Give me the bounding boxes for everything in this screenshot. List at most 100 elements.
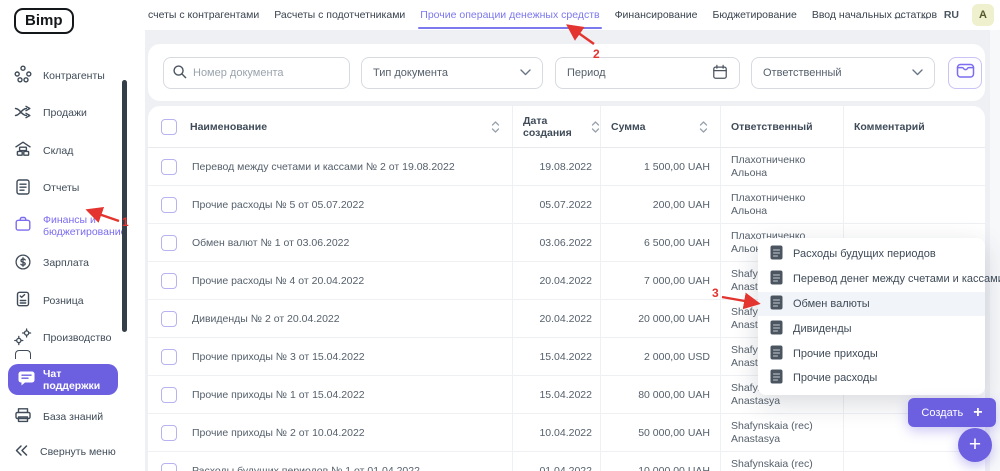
period-label: Период [567,67,606,79]
doc-responsible-line2: Anastasya [731,433,813,446]
doc-name: Прочие расходы № 4 от 20.04.2022 [190,262,512,299]
doc-responsible: Плахотниченко Альона [731,192,843,218]
chevron-down-icon [520,67,531,79]
context-menu-item[interactable]: Обмен валюты [758,292,985,317]
nav-forward-arrow-icon[interactable]: → [918,9,931,22]
app-logo[interactable]: Bimp [14,8,74,34]
top-tabs: счеты с контрагентами Расчеты с подотчет… [148,0,937,30]
doc-date: 20.04.2022 [512,262,600,299]
row-checkbox[interactable] [161,463,177,471]
table-row[interactable]: Расходы будущих периодов № 1 от 01.04.20… [148,452,985,471]
finance-icon [14,215,32,236]
sort-icon[interactable] [591,121,600,133]
top-tab[interactable]: Расчеты с подотчетниками [274,9,405,21]
doc-comment [843,148,985,185]
top-tab[interactable]: Прочие операции денежных средств [420,9,599,21]
document-icon [770,270,783,288]
user-avatar[interactable]: A [972,4,994,26]
doc-name: Прочие приходы № 2 от 10.04.2022 [190,414,512,451]
context-menu-item-label: Расходы будущих периодов [793,248,936,260]
select-all-checkbox[interactable] [161,119,177,135]
doc-type-select[interactable]: Тип документа [361,57,543,89]
document-icon [770,295,783,313]
row-checkbox[interactable] [161,387,177,403]
table-row[interactable]: Прочие расходы № 5 от 05.07.2022 05.07.2… [148,186,985,224]
create-button[interactable]: Создать + [908,398,996,427]
sidebar-item-label: Финансы и бюджетирование [43,214,127,238]
sidebar-item-label: Продажи [43,107,87,119]
sidebar-item-knowledge-base[interactable]: База знаний [14,406,103,427]
search-input[interactable] [193,67,341,79]
sidebar-item-label: Производство [43,332,111,344]
doc-sum: 6 500,00 UAH [600,224,720,261]
document-icon [770,245,783,263]
column-header-name: Наименование [190,121,267,133]
collapse-menu-label: Свернуть меню [40,446,116,458]
period-picker[interactable]: Период [555,57,740,89]
sidebar-item-label: Зарплата [43,257,89,269]
table-row[interactable]: Прочие приходы № 2 от 10.04.2022 10.04.2… [148,414,985,452]
knowledge-base-label: База знаний [43,411,103,423]
doc-sum: 10 000,00 UAH [600,452,720,471]
responsible-select[interactable]: Ответственный [751,57,935,89]
table-row[interactable]: Перевод между счетами и кассами № 2 от 1… [148,148,985,186]
doc-sum: 200,00 UAH [600,186,720,223]
doc-sum: 50 000,00 UAH [600,414,720,451]
doc-name: Дивиденды № 2 от 20.04.2022 [190,300,512,337]
doc-date: 19.08.2022 [512,148,600,185]
sidebar-collapse-menu[interactable]: Свернуть меню [14,444,116,460]
partners-icon [14,65,32,86]
support-chat-button[interactable]: Чат поддержки [8,364,118,395]
doc-sum: 80 000,00 UAH [600,376,720,413]
row-checkbox[interactable] [161,159,177,175]
doc-date: 10.04.2022 [512,414,600,451]
top-tab[interactable]: Финансирование [615,9,698,21]
warehouse-icon [14,140,32,161]
hidden-menu-item-icon [15,350,31,359]
context-menu-item[interactable]: Прочие расходы [758,366,985,391]
doc-name: Обмен валют № 1 от 03.06.2022 [190,224,512,261]
add-fab-button[interactable]: + [958,428,992,462]
doc-date: 20.04.2022 [512,300,600,337]
document-icon [770,369,783,387]
retail-icon [14,290,32,311]
context-menu-item[interactable]: Перевод денег между счетами и кассами [758,267,985,292]
doc-date: 05.07.2022 [512,186,600,223]
sidebar-item-label: Склад [43,145,73,157]
mail-filter-button[interactable] [948,57,982,89]
chat-icon [18,371,35,389]
doc-sum: 2 000,00 USD [600,338,720,375]
row-checkbox[interactable] [161,311,177,327]
nav-back-arrow-icon[interactable]: ← [892,9,905,22]
row-checkbox[interactable] [161,235,177,251]
doc-sum: 1 500,00 UAH [600,148,720,185]
context-menu-item[interactable]: Дивиденды [758,316,985,341]
sidebar-scrollbar[interactable] [122,80,127,332]
column-header-sum: Сумма [611,121,646,133]
support-chat-label: Чат поддержки [43,368,118,392]
row-checkbox[interactable] [161,425,177,441]
column-header-comment: Комментарий [854,121,925,133]
sort-icon[interactable] [699,121,708,133]
calendar-icon [712,64,728,83]
language-switcher[interactable]: RU [944,9,959,21]
row-checkbox[interactable] [161,197,177,213]
context-menu-item[interactable]: Расходы будущих периодов [758,242,985,267]
doc-date: 03.06.2022 [512,224,600,261]
context-menu-item[interactable]: Прочие приходы [758,341,985,366]
context-menu-item-label: Перевод денег между счетами и кассами [793,273,1000,285]
knowledge-base-icon [14,406,32,427]
sort-icon[interactable] [491,121,500,133]
collapse-chevrons-icon [14,444,29,460]
top-tab[interactable]: счеты с контрагентами [148,9,259,21]
create-document-menu: Расходы будущих периодов Перевод денег м… [758,238,985,395]
top-tab[interactable]: Бюджетирование [712,9,796,21]
row-checkbox[interactable] [161,273,177,289]
doc-date: 15.04.2022 [512,338,600,375]
doc-responsible: Shafynskaia (rec) [731,420,813,433]
doc-type-label: Тип документа [373,67,448,79]
reports-icon [14,178,32,199]
doc-name: Прочие расходы № 5 от 05.07.2022 [190,186,512,223]
table-header-row: Наименование Дата создания Сумма Ответст… [148,106,985,148]
row-checkbox[interactable] [161,349,177,365]
